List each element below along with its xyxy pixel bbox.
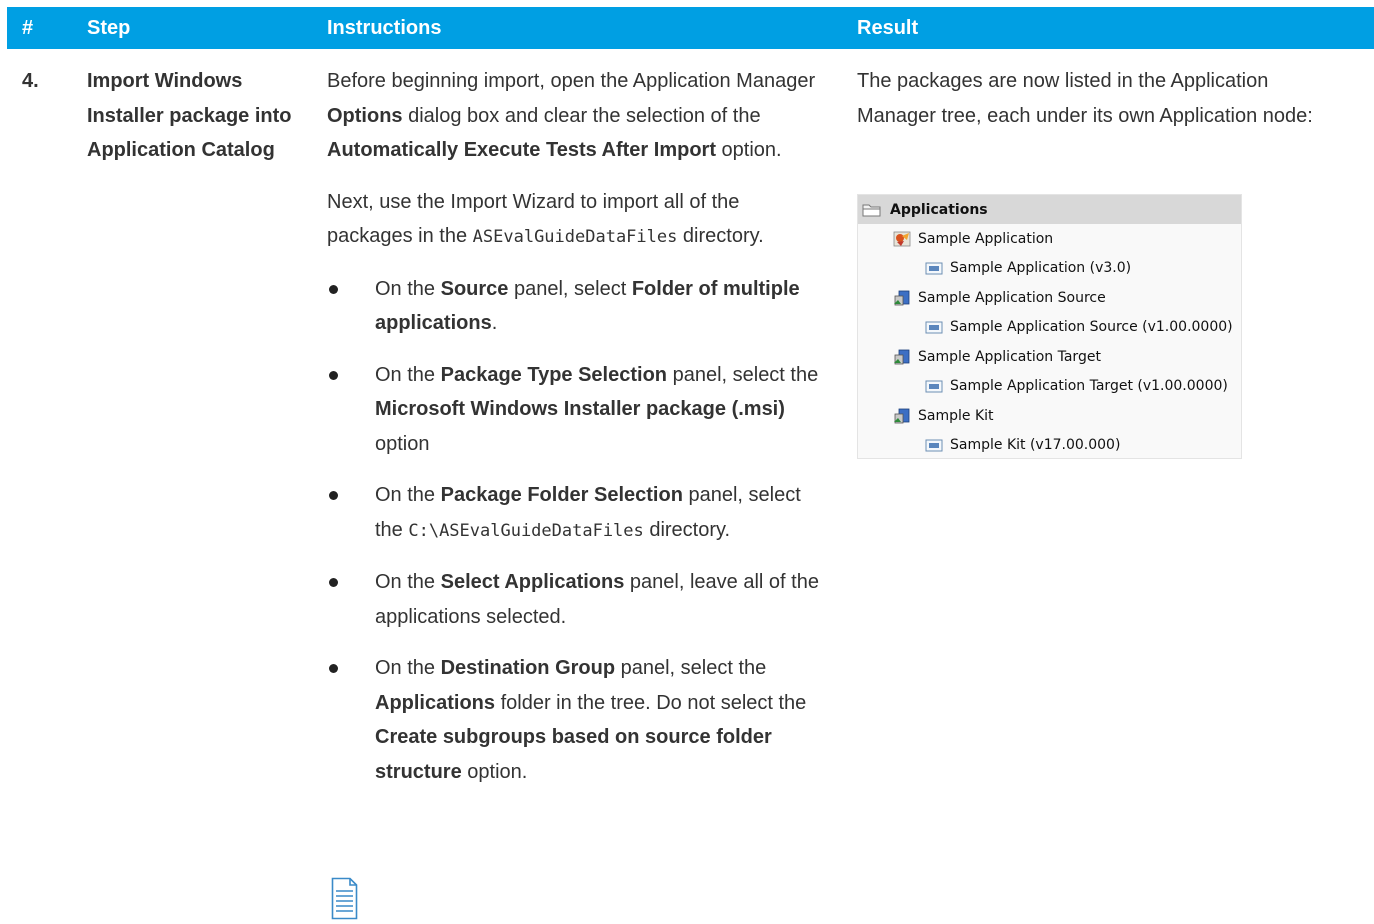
tree-root-applications[interactable]: Applications (858, 195, 1241, 224)
bullet-icon (329, 284, 338, 294)
note-document-icon (331, 877, 358, 920)
bullet-item-destination-group: On the Destination Group panel, select t… (327, 651, 827, 789)
msi-package-icon (925, 262, 943, 275)
bullet-icon (329, 578, 338, 587)
tree-item-package[interactable]: Sample Application Target (v1.00.0000) (924, 375, 1228, 397)
result-text: The packages are now listed in the Appli… (857, 70, 1313, 127)
instructions-paragraph-1: Before beginning import, open the Applic… (327, 70, 816, 161)
bullet-icon (329, 664, 338, 673)
tree-item-package[interactable]: Sample Kit (v17.00.000) (924, 434, 1120, 456)
installer-icon (894, 408, 910, 424)
tree-item-sample-application-source[interactable]: Sample Application Source (892, 287, 1106, 309)
tree-item-package[interactable]: Sample Application (v3.0) (924, 257, 1131, 279)
column-header-result: Result (857, 17, 919, 39)
folder-icon (862, 204, 881, 217)
instructions-bullet-list: On the Source panel, select Folder of mu… (327, 272, 827, 790)
instructions-paragraph-2: Next, use the Import Wizard to import al… (327, 190, 764, 248)
bullet-icon (329, 491, 338, 500)
tree-root-label: Applications (890, 202, 988, 218)
tree-item-sample-application[interactable]: Sample Application (892, 228, 1053, 250)
msi-package-icon (925, 439, 943, 452)
bullet-item-select-applications: On the Select Applications panel, leave … (327, 565, 827, 634)
bullet-item-package-type: On the Package Type Selection panel, sel… (327, 358, 827, 462)
column-header-instructions: Instructions (327, 17, 442, 39)
msi-package-icon (925, 321, 943, 334)
tree-item-sample-application-target[interactable]: Sample Application Target (892, 346, 1101, 368)
bullet-item-package-folder: On the Package Folder Selection panel, s… (327, 478, 827, 548)
bullet-icon (329, 370, 338, 380)
bullet-item-source: On the Source panel, select Folder of mu… (327, 272, 827, 341)
step-title: Import Windows Installer package into Ap… (87, 70, 292, 161)
table-header: # Step Instructions Result (7, 7, 1374, 49)
installer-icon (894, 290, 910, 306)
application-icon (893, 231, 911, 247)
column-header-step: Step (87, 17, 131, 39)
installer-icon (894, 349, 910, 365)
msi-package-icon (925, 380, 943, 393)
instructions-cell: Before beginning import, open the Applic… (327, 64, 827, 806)
tree-item-package[interactable]: Sample Application Source (v1.00.0000) (924, 316, 1233, 338)
tree-item-sample-kit[interactable]: Sample Kit (892, 405, 994, 427)
column-header-number: # (22, 17, 34, 39)
step-number: 4. (22, 70, 39, 92)
application-tree: Applications Sample Application Sample A… (857, 194, 1242, 459)
